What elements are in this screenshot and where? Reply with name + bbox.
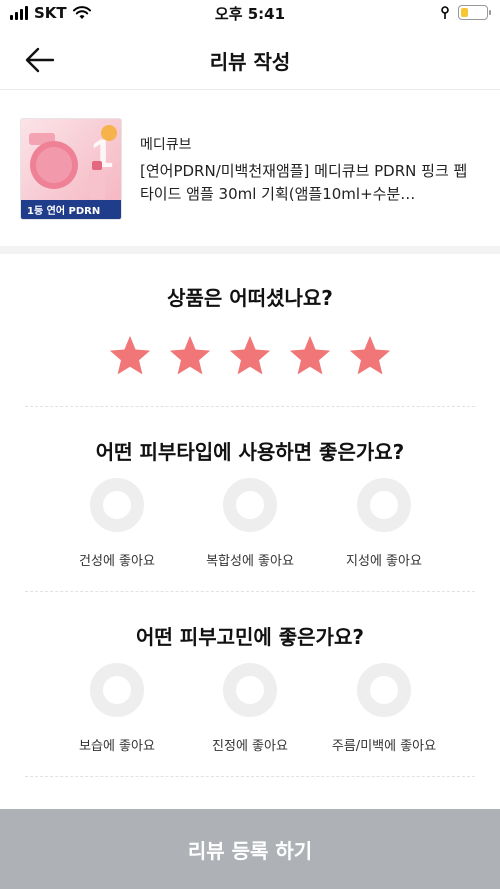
dashed-divider: [25, 406, 475, 407]
ampoule-bottle-icon: 1: [29, 125, 117, 199]
product-summary: 1 1등 연어 PDRN 메디큐브 [연어PDRN/미백천재앰플] 메디큐브 P…: [0, 90, 500, 246]
skin-concern-option-soothing[interactable]: 진정에 좋아요: [185, 663, 315, 754]
product-brand: 메디큐브: [140, 137, 192, 153]
battery-icon: [458, 5, 491, 20]
status-bar: SKT 오후 5:41: [0, 0, 500, 30]
rating-question: 상품은 어떠셨나요?: [167, 286, 333, 310]
skin-type-option-dry[interactable]: 건성에 좋아요: [52, 478, 182, 569]
star-icon[interactable]: [227, 333, 273, 379]
submit-review-button[interactable]: 리뷰 등록 하기: [0, 809, 500, 889]
option-label: 지성에 좋아요: [346, 554, 422, 569]
radio-ring-icon: [357, 478, 411, 532]
star-rating[interactable]: [0, 333, 500, 379]
radio-ring-icon: [223, 478, 277, 532]
skin-concern-option-wrinkle-whitening[interactable]: 주름/미백에 좋아요: [319, 663, 449, 754]
option-label: 건성에 좋아요: [79, 554, 155, 569]
radio-ring-icon: [223, 663, 277, 717]
star-icon[interactable]: [167, 333, 213, 379]
skin-type-option-combination[interactable]: 복합성에 좋아요: [185, 478, 315, 569]
skin-type-option-oily[interactable]: 지성에 좋아요: [319, 478, 449, 569]
product-name: [연어PDRN/미백천재앰플] 메디큐브 PDRN 핑크 펩타이드 앰플 30m…: [140, 162, 468, 203]
skin-concern-option-moisture[interactable]: 보습에 좋아요: [52, 663, 182, 754]
star-icon[interactable]: [107, 333, 153, 379]
radio-ring-icon: [90, 478, 144, 532]
option-label: 진정에 좋아요: [212, 739, 288, 754]
location-icon: [441, 5, 449, 19]
option-label: 보습에 좋아요: [79, 739, 155, 754]
skin-type-question: 어떤 피부타입에 사용하면 좋은가요?: [95, 440, 405, 464]
star-icon[interactable]: [347, 333, 393, 379]
skin-concern-question: 어떤 피부고민에 좋은가요?: [136, 625, 364, 649]
status-time: 오후 5:41: [214, 5, 286, 23]
nav-header: 리뷰 작성: [0, 30, 500, 90]
thumbnail-badge: 1등 연어 PDRN: [21, 200, 121, 219]
radio-ring-icon: [357, 663, 411, 717]
section-divider: [0, 246, 500, 254]
status-right: [440, 5, 491, 20]
dashed-divider: [25, 591, 475, 592]
star-icon[interactable]: [287, 333, 333, 379]
option-label: 주름/미백에 좋아요: [331, 739, 437, 754]
radio-ring-icon: [90, 663, 144, 717]
product-thumbnail: 1 1등 연어 PDRN: [20, 118, 122, 220]
option-label: 복합성에 좋아요: [206, 554, 294, 569]
page-title: 리뷰 작성: [209, 50, 291, 74]
dashed-divider: [25, 776, 475, 777]
